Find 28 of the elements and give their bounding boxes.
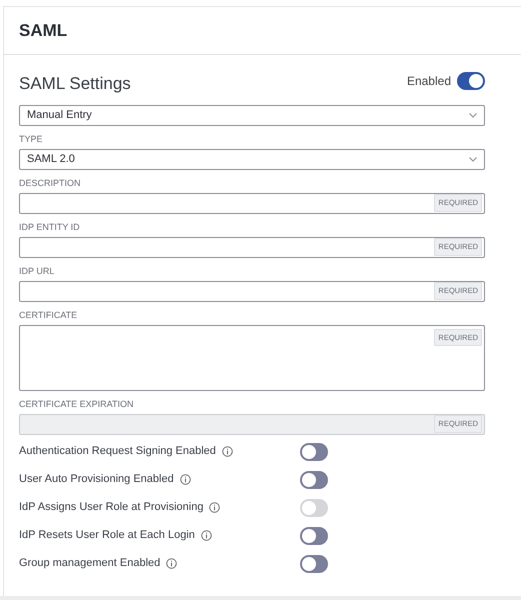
toggle-switch[interactable]: [300, 554, 328, 572]
field-label: TYPE: [19, 134, 44, 144]
info-icon[interactable]: [209, 502, 220, 513]
toggle-label: Authentication Request Signing Enabled: [19, 444, 216, 460]
field-label: CERTIFICATE EXPIRATION: [19, 398, 135, 410]
field-label: DESCRIPTION: [19, 178, 82, 188]
info-icon[interactable]: [166, 558, 178, 569]
info-icon[interactable]: [200, 530, 212, 541]
field-label: IDP ENTITY ID: [19, 222, 81, 232]
chevron-down-icon: [469, 156, 477, 162]
dropdown[interactable]: SAML 2.0: [19, 148, 485, 170]
toggle-label: IdP Resets User Role at Each Login: [19, 528, 195, 544]
toggle-switch[interactable]: [300, 442, 328, 460]
toggle-label: User Auto Provisioning Enabled: [19, 472, 174, 488]
section-title: SAML Settings: [19, 73, 131, 95]
toggle-switch[interactable]: [300, 526, 328, 544]
toggle-switch[interactable]: [300, 470, 328, 488]
toggle-switch[interactable]: [457, 72, 485, 90]
toggle-label: IdP Assigns User Role at Provisioning: [19, 500, 204, 516]
info-icon[interactable]: [180, 474, 191, 485]
page-title: SAML: [19, 20, 68, 42]
field-label: IDP URL: [19, 266, 56, 276]
chevron-down-icon: [469, 112, 477, 118]
enabled-label: Enabled: [406, 72, 451, 90]
field-label: CERTIFICATE: [19, 310, 78, 320]
dropdown[interactable]: Manual Entry: [19, 104, 485, 126]
toggle-label: Group management Enabled: [19, 556, 160, 572]
info-icon[interactable]: [222, 446, 233, 457]
